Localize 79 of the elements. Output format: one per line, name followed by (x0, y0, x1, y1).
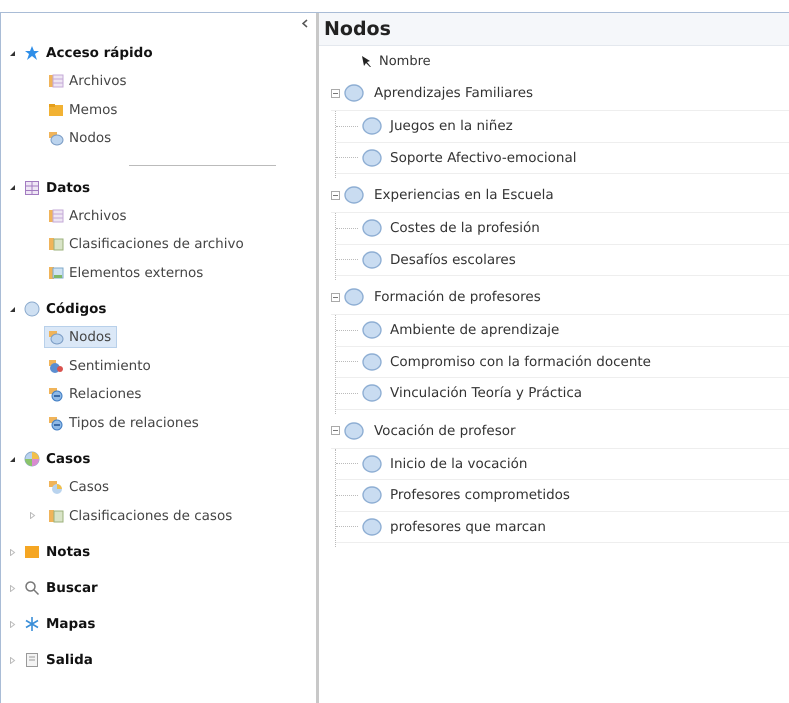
section-heading[interactable]: Casos (46, 451, 90, 467)
relation-icon (48, 414, 64, 431)
nav-item[interactable]: Relaciones (44, 383, 148, 406)
node-row[interactable]: profesores que marcan (390, 518, 546, 535)
node-icon (362, 148, 382, 167)
node-row[interactable]: Profesores comprometidos (390, 487, 570, 504)
nav-item[interactable]: Clasificaciones de casos (44, 504, 238, 527)
search-icon (24, 580, 40, 596)
nav-item[interactable]: Memos (44, 98, 124, 121)
collapse-arrow-icon[interactable] (9, 456, 16, 462)
sentiment-icon (48, 358, 64, 374)
nav-item[interactable]: Archivos (44, 204, 133, 227)
collapse-icon[interactable] (302, 19, 308, 28)
nav-item[interactable]: Sentimiento (44, 354, 157, 377)
node-icon (362, 250, 382, 269)
column-header[interactable]: Nombre (379, 54, 431, 68)
collapse-icon[interactable] (331, 426, 340, 435)
collapse-icon[interactable] (331, 88, 340, 98)
external-icon (48, 264, 64, 281)
section-heading[interactable]: Mapas (46, 616, 96, 632)
node-icon (344, 288, 364, 306)
node-icon (362, 117, 382, 136)
node-row[interactable]: Compromiso con la formación docente (390, 354, 651, 370)
node-icon (344, 186, 364, 204)
node-row[interactable]: Juegos en la niñez (390, 118, 513, 134)
node-row[interactable]: Formación de profesores (374, 289, 541, 305)
node-row[interactable]: Inicio de la vocación (390, 456, 528, 472)
node-icon (362, 321, 382, 340)
collapse-arrow-icon[interactable] (9, 50, 16, 56)
section-heading[interactable]: Códigos (46, 301, 106, 317)
nav-item[interactable]: Casos (44, 476, 116, 498)
table-icon (24, 180, 40, 196)
node-icon (362, 352, 382, 371)
node-icon (362, 219, 382, 238)
section-heading[interactable]: Buscar (46, 580, 98, 596)
circle-icon (24, 301, 40, 317)
nav-item[interactable]: Archivos (44, 70, 133, 92)
section-heading[interactable]: Datos (46, 180, 90, 196)
section-heading[interactable]: Notas (46, 544, 90, 560)
nav-item[interactable]: Clasificaciones de archivo (44, 233, 250, 256)
nav-item[interactable]: Elementos externos (44, 262, 210, 284)
note-icon (24, 544, 40, 560)
node-row[interactable]: Vocación de profesor (374, 422, 516, 438)
nav-item[interactable]: Tipos de relaciones (44, 412, 205, 434)
snowflake-icon (24, 616, 40, 632)
document-icon (24, 652, 40, 668)
classification-icon (48, 236, 64, 252)
nodes-icon (48, 329, 64, 346)
folder-icon (48, 102, 64, 118)
section-heading[interactable]: Acceso rápido (46, 45, 153, 61)
classification-icon (48, 508, 64, 524)
relation-icon (48, 386, 64, 402)
collapse-arrow-icon[interactable] (9, 306, 16, 312)
nav-item[interactable]: Nodos (44, 326, 118, 348)
node-row[interactable]: Experiencias en la Escuela (374, 187, 554, 203)
node-row[interactable]: Ambiente de aprendizaje (390, 322, 560, 338)
section-heading[interactable]: Salida (46, 652, 93, 668)
globe-icon (24, 451, 40, 467)
node-icon (344, 84, 364, 102)
collapse-icon[interactable] (331, 292, 340, 302)
cases-icon (48, 479, 64, 496)
node-icon (362, 384, 382, 402)
files-icon (48, 73, 64, 90)
node-row[interactable]: Costes de la profesión (390, 220, 540, 236)
node-icon (344, 422, 364, 440)
node-row[interactable]: Aprendizajes Familiares (374, 85, 534, 101)
nodes-icon (48, 130, 64, 146)
node-icon (362, 518, 382, 536)
node-row[interactable]: Desafíos escolares (390, 252, 516, 268)
node-icon (362, 486, 382, 504)
files-icon (48, 208, 64, 224)
nav-item[interactable]: Nodos (44, 127, 118, 150)
node-row[interactable]: Soporte Afectivo-emocional (390, 150, 576, 166)
collapse-arrow-icon[interactable] (9, 184, 16, 191)
star-icon (24, 45, 40, 61)
pane-title: Nodos (319, 13, 789, 46)
node-icon (362, 454, 382, 473)
collapse-icon[interactable] (331, 190, 340, 200)
node-row[interactable]: Vinculación Teoría y Práctica (390, 385, 582, 402)
